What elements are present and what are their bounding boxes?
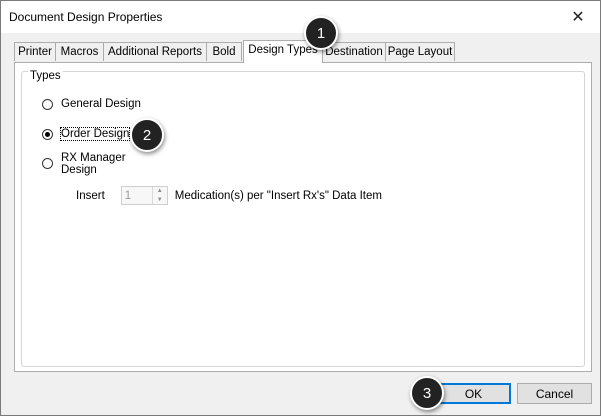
tab-panel-design-types: Types General Design Order Design RX Man… [14,62,592,372]
medication-count-spinner[interactable]: ▲ ▼ [120,186,168,205]
dialog-window: Document Design Properties ✕ Printer Mac… [0,0,601,416]
radio-rx-manager-design[interactable]: RX Manager Design [42,152,126,176]
types-group-label: Types [28,70,63,82]
radio-order-design[interactable]: Order Design [42,127,131,141]
insert-suffix-label: Medication(s) per "Insert Rx's" Data Ite… [174,189,382,202]
cancel-button[interactable]: Cancel [517,383,592,404]
ok-button[interactable]: OK [436,383,511,404]
window-title: Document Design Properties [9,10,163,24]
tab-additional-reports[interactable]: Additional Reports [103,42,207,61]
radio-button-general[interactable] [42,99,53,110]
radio-general-design[interactable]: General Design [42,98,141,110]
radio-label-general: General Design [61,98,141,110]
radio-button-order[interactable] [42,129,53,140]
radio-label-rx-manager-line1: RX Manager [61,152,126,164]
insert-prefix-label: Insert [76,189,105,202]
types-groupbox: Types General Design Order Design RX Man… [21,70,585,367]
insert-row: Insert ▲ ▼ Medication(s) per "Insert Rx'… [76,186,382,205]
callout-badge-1: 1 [304,16,338,50]
tab-bold[interactable]: Bold [206,42,242,61]
tab-macros[interactable]: Macros [55,42,104,61]
spin-up-icon[interactable]: ▲ [153,187,167,196]
medication-count-input[interactable] [121,187,152,204]
tab-page-layout[interactable]: Page Layout [385,42,455,61]
close-icon[interactable]: ✕ [556,1,600,33]
spin-down-icon[interactable]: ▼ [153,196,167,205]
title-bar: Document Design Properties ✕ [1,1,600,33]
radio-label-rx-manager-line2: Design [61,164,97,176]
radio-button-rx-manager[interactable] [42,158,53,169]
callout-badge-2: 2 [130,118,164,152]
callout-badge-3: 3 [410,376,444,410]
radio-label-rx-manager: RX Manager Design [61,152,126,176]
spinner-buttons: ▲ ▼ [151,187,167,205]
radio-label-order: Order Design [59,127,131,141]
tab-printer[interactable]: Printer [14,42,56,61]
